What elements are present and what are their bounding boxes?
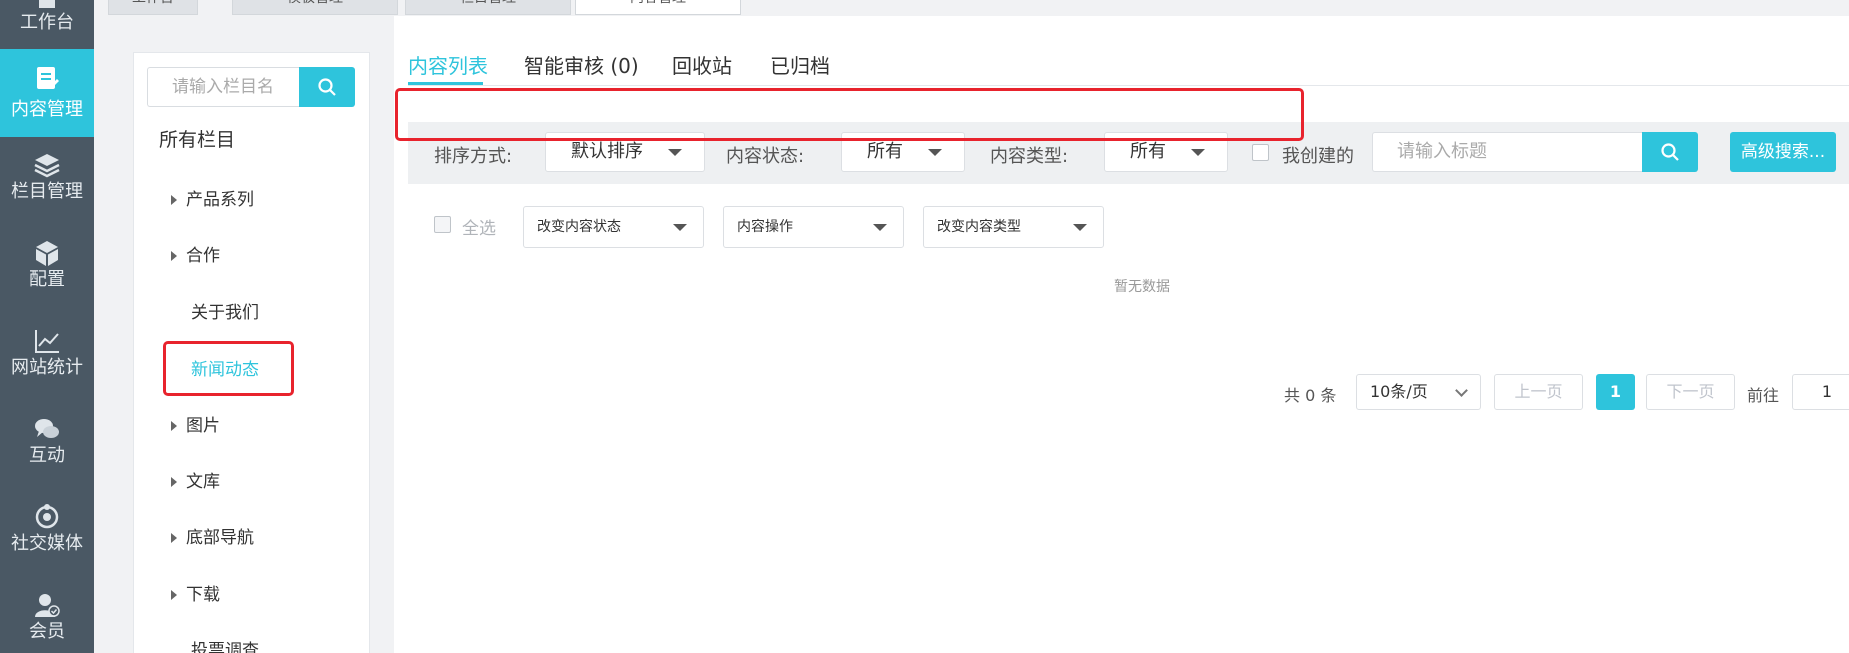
type-label: 内容类型: [990, 146, 1069, 167]
content-ops-select[interactable]: 内容操作 [723, 206, 904, 248]
top-tab-strip: 工作台 模板管理 栏目管理 内容管理 [94, 0, 1849, 16]
page-size-value: 10条/页 [1370, 382, 1428, 401]
select-all-checkbox[interactable] [434, 216, 451, 233]
tree-node-label: 底部导航 [186, 528, 254, 548]
empty-state-text: 暂无数据 [1114, 279, 1170, 295]
status-label: 内容状态: [726, 146, 805, 167]
nav-item-content[interactable]: 内容管理 [0, 49, 94, 137]
nav-label: 栏目管理 [11, 181, 83, 202]
prev-page-button[interactable]: 上一页 [1494, 374, 1583, 410]
expand-caret-icon[interactable] [171, 195, 177, 205]
highlight-box-empty-area [395, 88, 1304, 141]
type-select-value: 所有 [1130, 141, 1166, 162]
box-icon [36, 241, 58, 266]
tree-node-label: 图片 [186, 416, 220, 436]
tree-node-label: 投票调查 [191, 641, 259, 653]
change-type-label: 改变内容类型 [937, 219, 1021, 235]
tree-node-downloads[interactable]: 下载 [171, 584, 220, 606]
highlight-box-news-node [163, 341, 294, 396]
select-all-label[interactable]: 全选 [462, 214, 496, 239]
nav-label: 工作台 [20, 12, 74, 33]
nav-item-interaction[interactable]: 互动 [0, 401, 94, 489]
nav-item-columns[interactable]: 栏目管理 [0, 137, 94, 225]
social-icon [35, 504, 59, 529]
nav-label: 会员 [29, 621, 65, 642]
tree-node-label: 下载 [186, 585, 220, 605]
nav-label: 配置 [29, 269, 65, 290]
main-sidebar: 工作台 内容管理 栏目管理 配置 网站统计 互动 社交媒体 会员 [0, 0, 94, 653]
tab-recycle-bin[interactable]: 回收站 [672, 50, 732, 79]
next-page-button[interactable]: 下一页 [1646, 374, 1735, 410]
nav-item-stats[interactable]: 网站统计 [0, 313, 94, 401]
workbench-icon [39, 0, 55, 8]
content-ops-label: 内容操作 [737, 219, 793, 235]
nav-item-member[interactable]: 会员 [0, 577, 94, 653]
change-type-select[interactable]: 改变内容类型 [923, 206, 1104, 248]
nav-label: 网站统计 [11, 357, 83, 378]
expand-caret-icon[interactable] [171, 251, 177, 261]
tree-node-library[interactable]: 文库 [171, 471, 220, 493]
goto-page-input[interactable]: 1 [1792, 374, 1849, 410]
dropdown-arrow-icon [1073, 224, 1087, 231]
status-select-value: 所有 [867, 141, 903, 162]
nav-item-workbench[interactable]: 工作台 [0, 0, 94, 38]
tree-node-label: 合作 [186, 246, 220, 266]
top-tab-columns[interactable]: 栏目管理 [405, 0, 571, 15]
expand-caret-icon[interactable] [171, 533, 177, 543]
advanced-search-button[interactable]: 高级搜索... [1730, 132, 1836, 172]
title-search-button[interactable] [1642, 132, 1698, 172]
title-search-input[interactable]: 请输入标题 [1372, 132, 1642, 172]
dropdown-arrow-icon [873, 224, 887, 231]
expand-caret-icon[interactable] [171, 477, 177, 487]
tree-node-survey[interactable]: 投票调查 [191, 640, 259, 653]
tree-node-label: 文库 [186, 472, 220, 492]
mine-label[interactable]: 我创建的 [1282, 142, 1354, 168]
tab-content-list[interactable]: 内容列表 [408, 50, 488, 79]
tree-root-all-columns[interactable]: 所有栏目 [159, 125, 235, 152]
dropdown-arrow-icon [673, 224, 687, 231]
chart-line-icon [35, 330, 59, 353]
chat-icon [35, 419, 59, 438]
tree-node-products[interactable]: 产品系列 [171, 189, 254, 211]
tree-node-cooperation[interactable]: 合作 [171, 245, 220, 267]
tree-node-about[interactable]: 关于我们 [191, 302, 259, 324]
tree-node-label: 产品系列 [186, 190, 254, 210]
goto-label: 前往 [1747, 386, 1780, 405]
tree-node-images[interactable]: 图片 [171, 415, 220, 437]
column-search-button[interactable] [299, 67, 355, 107]
tabs-divider [408, 85, 1849, 86]
expand-caret-icon[interactable] [171, 421, 177, 431]
dropdown-arrow-icon [1191, 149, 1205, 156]
nav-item-social[interactable]: 社交媒体 [0, 489, 94, 577]
sort-select-value: 默认排序 [571, 141, 643, 162]
layers-icon [34, 154, 60, 178]
content-icon [37, 67, 59, 89]
chevron-down-icon [1455, 384, 1468, 397]
member-icon [35, 594, 60, 617]
sort-label: 排序方式: [434, 146, 513, 167]
tree-node-label: 关于我们 [191, 303, 259, 323]
expand-caret-icon[interactable] [171, 590, 177, 600]
top-tab-content[interactable]: 内容管理 [575, 0, 741, 15]
top-tab-templates[interactable]: 模板管理 [232, 0, 398, 15]
tab-archived[interactable]: 已归档 [770, 50, 830, 79]
dropdown-arrow-icon [928, 149, 942, 156]
tab-smart-review[interactable]: 智能审核 (0) [524, 50, 639, 79]
dropdown-arrow-icon [668, 149, 682, 156]
top-tab-workbench[interactable]: 工作台 [108, 0, 198, 15]
search-icon [318, 78, 336, 96]
search-icon [1661, 143, 1679, 161]
nav-item-config[interactable]: 配置 [0, 225, 94, 313]
change-status-select[interactable]: 改变内容状态 [523, 206, 704, 248]
current-page[interactable]: 1 [1596, 374, 1635, 410]
nav-label: 社交媒体 [11, 533, 83, 554]
nav-label: 互动 [29, 445, 65, 466]
mine-checkbox[interactable] [1252, 144, 1269, 161]
change-status-label: 改变内容状态 [537, 219, 621, 235]
column-search-input[interactable]: 请输入栏目名 [147, 67, 299, 107]
tree-node-footer-nav[interactable]: 底部导航 [171, 527, 254, 549]
nav-label: 内容管理 [11, 99, 83, 120]
page-size-select[interactable]: 10条/页 [1356, 374, 1481, 410]
total-count: 共 0 条 [1284, 386, 1337, 405]
